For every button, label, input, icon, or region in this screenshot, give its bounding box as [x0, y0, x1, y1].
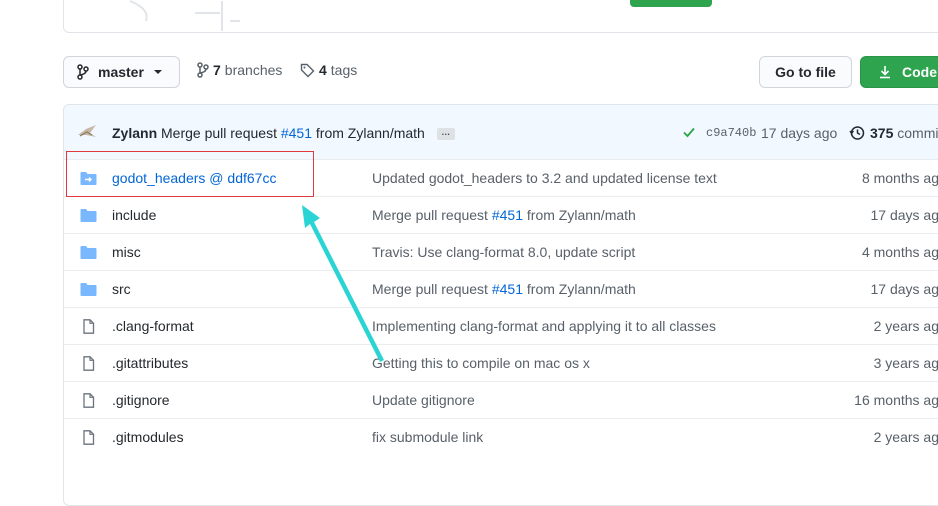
file-row[interactable]: .gitmodules fix submodule link 2 years ag	[64, 418, 938, 455]
avatar[interactable]	[76, 121, 98, 143]
top-action-button[interactable]	[630, 0, 712, 7]
readme-header-card	[63, 0, 938, 33]
file-commit-message-text[interactable]: fix submodule link	[372, 429, 483, 445]
file-commit-pr-link[interactable]: #451	[492, 207, 523, 223]
file-commit-message-text[interactable]: Implementing clang-format and applying i…	[372, 318, 716, 334]
file-name-link[interactable]: src	[112, 281, 131, 297]
file-commit-age: 17 days ag	[871, 207, 938, 223]
git-branch-icon	[77, 64, 89, 80]
file-name-link[interactable]: .gitattributes	[112, 355, 188, 371]
commit-sha[interactable]: c9a740b	[706, 126, 756, 140]
branches-count: 7	[213, 62, 221, 78]
file-row[interactable]: misc Travis: Use clang-format 8.0, update…	[64, 233, 938, 270]
file-name-link[interactable]: .gitignore	[112, 392, 170, 408]
file-icon	[80, 393, 97, 408]
file-commit-age: 3 years ag	[874, 355, 938, 371]
commit-pr-link[interactable]: #451	[281, 125, 312, 141]
commit-message-suffix[interactable]: from Zylann/math	[316, 125, 425, 141]
annotation-highlight-box	[66, 151, 314, 197]
file-commit-age: 2 years ag	[874, 429, 938, 445]
tags-label: tags	[331, 62, 357, 78]
expand-commit-button[interactable]: …	[437, 128, 455, 140]
file-name-link[interactable]: include	[112, 207, 156, 223]
git-branch-icon	[197, 62, 209, 78]
file-icon	[80, 319, 97, 334]
file-commit-message[interactable]: fix submodule link	[372, 429, 483, 445]
file-row[interactable]: .gitattributes Getting this to compile on…	[64, 344, 938, 381]
code-button-label: Code	[902, 64, 937, 80]
file-name-link[interactable]: misc	[112, 244, 141, 260]
file-commit-age: 2 years ag	[874, 318, 938, 334]
chevron-down-icon	[154, 70, 162, 74]
file-commit-message[interactable]: Updated godot_headers to 3.2 and updated…	[372, 170, 717, 186]
commits-label: commi	[897, 125, 938, 141]
file-commit-message[interactable]: Implementing clang-format and applying i…	[372, 318, 716, 334]
commit-age: 17 days ago	[761, 125, 837, 141]
file-commit-message-text[interactable]: Merge pull request	[372, 207, 488, 223]
file-row[interactable]: .gitignore Update gitignore 16 months ag	[64, 381, 938, 418]
file-commit-message[interactable]: Travis: Use clang-format 8.0, update scr…	[372, 244, 635, 260]
folder-icon	[80, 282, 97, 297]
file-icon	[80, 356, 97, 371]
tags-link[interactable]: 4 tags	[300, 62, 357, 78]
file-commit-message-text[interactable]: Updated godot_headers to 3.2 and updated…	[372, 170, 717, 186]
code-button[interactable]: Code	[860, 56, 938, 88]
file-commit-pr-link[interactable]: #451	[492, 281, 523, 297]
commit-message-prefix[interactable]: Merge pull request	[161, 125, 277, 141]
file-row[interactable]: .clang-format Implementing clang-format a…	[64, 307, 938, 344]
file-row[interactable]: src Merge pull request #451 from Zylann/m…	[64, 270, 938, 307]
commits-link[interactable]: 375 commi	[870, 125, 938, 141]
branches-link[interactable]: 7 branches	[197, 62, 282, 78]
commit-message: Zylann Merge pull request #451 from Zyla…	[112, 125, 455, 141]
file-commit-message-text[interactable]: Getting this to compile on mac os x	[372, 355, 590, 371]
commit-author[interactable]: Zylann	[112, 125, 157, 141]
file-row[interactable]: include Merge pull request #451 from Zyla…	[64, 196, 938, 233]
file-commit-message-suffix[interactable]: from Zylann/math	[527, 281, 636, 297]
commits-count: 375	[870, 125, 893, 141]
file-commit-message[interactable]: Update gitignore	[372, 392, 475, 408]
file-name-link[interactable]: .clang-format	[112, 318, 194, 334]
repo-illustration	[80, 0, 240, 31]
go-to-file-button[interactable]: Go to file	[759, 56, 852, 88]
download-icon	[879, 65, 891, 79]
file-commit-message-text[interactable]: Update gitignore	[372, 392, 475, 408]
tags-count: 4	[319, 62, 327, 78]
file-commit-message[interactable]: Getting this to compile on mac os x	[372, 355, 590, 371]
file-commit-message[interactable]: Merge pull request #451 from Zylann/math	[372, 207, 636, 223]
branches-label: branches	[225, 62, 283, 78]
file-name-link[interactable]: .gitmodules	[112, 429, 184, 445]
file-commit-age: 8 months ag	[862, 170, 938, 186]
file-commit-message-text[interactable]: Travis: Use clang-format 8.0, update scr…	[372, 244, 635, 260]
branch-select-button[interactable]: master	[63, 56, 180, 88]
check-icon[interactable]	[682, 125, 696, 139]
file-icon	[80, 430, 97, 445]
file-commit-age: 16 months ag	[854, 392, 938, 408]
branch-name: master	[98, 64, 144, 80]
file-commit-message-text[interactable]: Merge pull request	[372, 281, 488, 297]
folder-icon	[80, 245, 97, 260]
file-commit-message-suffix[interactable]: from Zylann/math	[527, 207, 636, 223]
file-commit-age: 17 days ag	[871, 281, 938, 297]
folder-icon	[80, 208, 97, 223]
tag-icon	[300, 63, 315, 78]
file-commit-age: 4 months ag	[862, 244, 938, 260]
file-commit-message[interactable]: Merge pull request #451 from Zylann/math	[372, 281, 636, 297]
history-icon	[849, 125, 865, 141]
